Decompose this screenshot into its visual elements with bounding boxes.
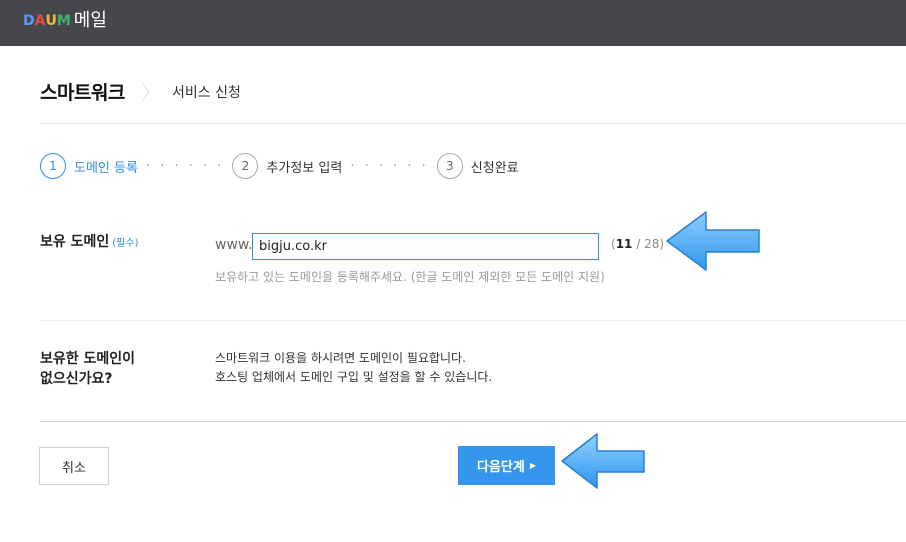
step-3-label: 신청완료 — [470, 160, 519, 176]
required-badge: (필수) — [112, 238, 139, 249]
caret-right-icon: ▶ — [529, 461, 536, 470]
step-2-label: 추가정보 입력 — [266, 160, 343, 176]
logo-letter: M — [56, 13, 71, 29]
www-prefix: www. — [215, 237, 253, 253]
divider — [40, 123, 906, 124]
divider — [40, 421, 906, 422]
step-indicator: 1 도메인 등록 · · · · · · 2 추가정보 입력 · · · · ·… — [40, 153, 519, 179]
cancel-button[interactable]: 취소 — [39, 447, 109, 485]
counter-max: / 28) — [632, 237, 665, 251]
left-arrow-icon — [666, 211, 760, 271]
daum-logo-mark: D A U M — [23, 10, 71, 32]
daum-mail-logo[interactable]: D A U M 메일 — [23, 10, 107, 32]
step-1-number: 1 — [40, 153, 66, 179]
divider — [40, 320, 906, 321]
no-domain-heading-line2: 없으신가요? — [40, 371, 113, 387]
domain-help-text: 보유하고 있는 도메인을 등록해주세요. (한글 도메인 제외한 모든 도메인 … — [215, 270, 605, 284]
step-separator: · · · · · · — [350, 158, 429, 174]
domain-label-text: 보유 도메인 — [40, 234, 110, 250]
page-subtitle: 서비스 신청 — [172, 85, 241, 101]
step-2-number: 2 — [232, 153, 259, 179]
logo-letter: D — [23, 13, 35, 29]
chevron-right-icon — [142, 83, 150, 101]
page-title: 스마트워크 — [40, 82, 125, 104]
domain-field-label: 보유 도메인 (필수) — [40, 231, 138, 251]
step-separator: · · · · · · — [145, 158, 225, 174]
no-domain-heading: 보유한 도메인이 없으신가요? — [40, 349, 135, 389]
app-title: 메일 — [73, 10, 107, 31]
no-domain-heading-line1: 보유한 도메인이 — [40, 351, 136, 367]
domain-input[interactable] — [252, 233, 599, 260]
left-arrow-icon — [561, 433, 645, 489]
char-counter: (11 / 28) — [611, 237, 664, 251]
no-domain-description: 스마트워크 이용을 하시려면 도메인이 필요합니다. 호스팅 업체에서 도메인 … — [215, 349, 492, 387]
logo-letter: U — [45, 13, 57, 29]
no-domain-desc-line2: 호스팅 업체에서 도메인 구입 및 설정을 할 수 있습니다. — [215, 370, 493, 384]
top-bar: D A U M 메일 — [0, 0, 906, 46]
logo-letter: A — [34, 13, 46, 29]
counter-current: 11 — [615, 237, 633, 251]
next-step-button[interactable]: 다음단계 ▶ — [458, 446, 555, 485]
next-step-label: 다음단계 — [477, 460, 525, 475]
step-3-number: 3 — [436, 153, 463, 179]
no-domain-desc-line1: 스마트워크 이용을 하시려면 도메인이 필요합니다. — [215, 351, 466, 365]
step-1-label: 도메인 등록 — [74, 160, 138, 176]
